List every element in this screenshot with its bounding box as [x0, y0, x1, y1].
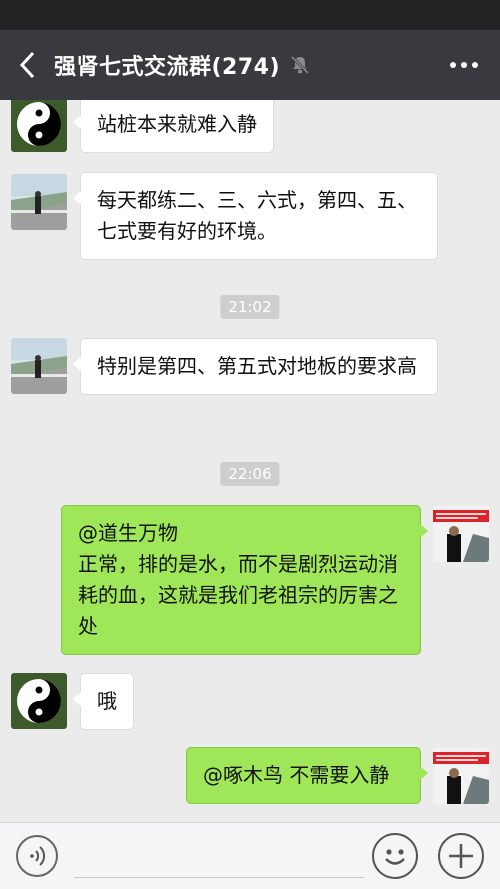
timestamp: 22:06: [220, 462, 280, 486]
message-bubble[interactable]: 站桩本来就难入静: [73, 100, 274, 153]
message-bubble[interactable]: @啄木鸟 不需要入静: [186, 747, 428, 804]
emoji-icon: [385, 849, 405, 865]
timestamp: 21:02: [220, 295, 280, 319]
emoji-button[interactable]: [372, 833, 418, 879]
banner-avatar[interactable]: [433, 506, 489, 562]
back-button[interactable]: [2, 30, 54, 100]
back-arrow-icon: [19, 51, 35, 79]
taiji-avatar[interactable]: [11, 100, 67, 152]
message-bubble[interactable]: @道生万物 正常，排的是水，而不是剧烈运动消耗的血，这就是我们老祖宗的厉害之处: [61, 505, 428, 655]
chat-header: 强肾七式交流群(274): [0, 30, 500, 100]
taiji-avatar[interactable]: [11, 673, 67, 729]
more-dots-icon: [450, 62, 478, 68]
message-bubble[interactable]: 哦: [73, 673, 134, 730]
status-bar: [0, 0, 500, 30]
message-list[interactable]: 站桩本来就难入静 每天都练二、三、六式，第四、五、七式要有好的环境。 21:02…: [0, 100, 500, 822]
mute-bell-icon: [290, 55, 310, 75]
input-bar: [0, 822, 500, 889]
message-bubble[interactable]: 每天都练二、三、六式，第四、五、七式要有好的环境。: [73, 172, 438, 260]
voice-button[interactable]: [16, 835, 58, 877]
bridge-avatar[interactable]: [11, 174, 67, 230]
plus-icon: [449, 844, 473, 868]
mute-indicator: [290, 55, 310, 75]
bridge-avatar[interactable]: [11, 338, 67, 394]
banner-avatar[interactable]: [433, 748, 489, 804]
chat-title: 强肾七式交流群(274): [54, 55, 281, 80]
more-button[interactable]: [450, 30, 478, 100]
message-input[interactable]: [74, 877, 364, 878]
voice-icon: [30, 846, 46, 866]
plus-button[interactable]: [438, 833, 484, 879]
message-bubble[interactable]: 特别是第四、第五式对地板的要求高: [73, 338, 438, 395]
